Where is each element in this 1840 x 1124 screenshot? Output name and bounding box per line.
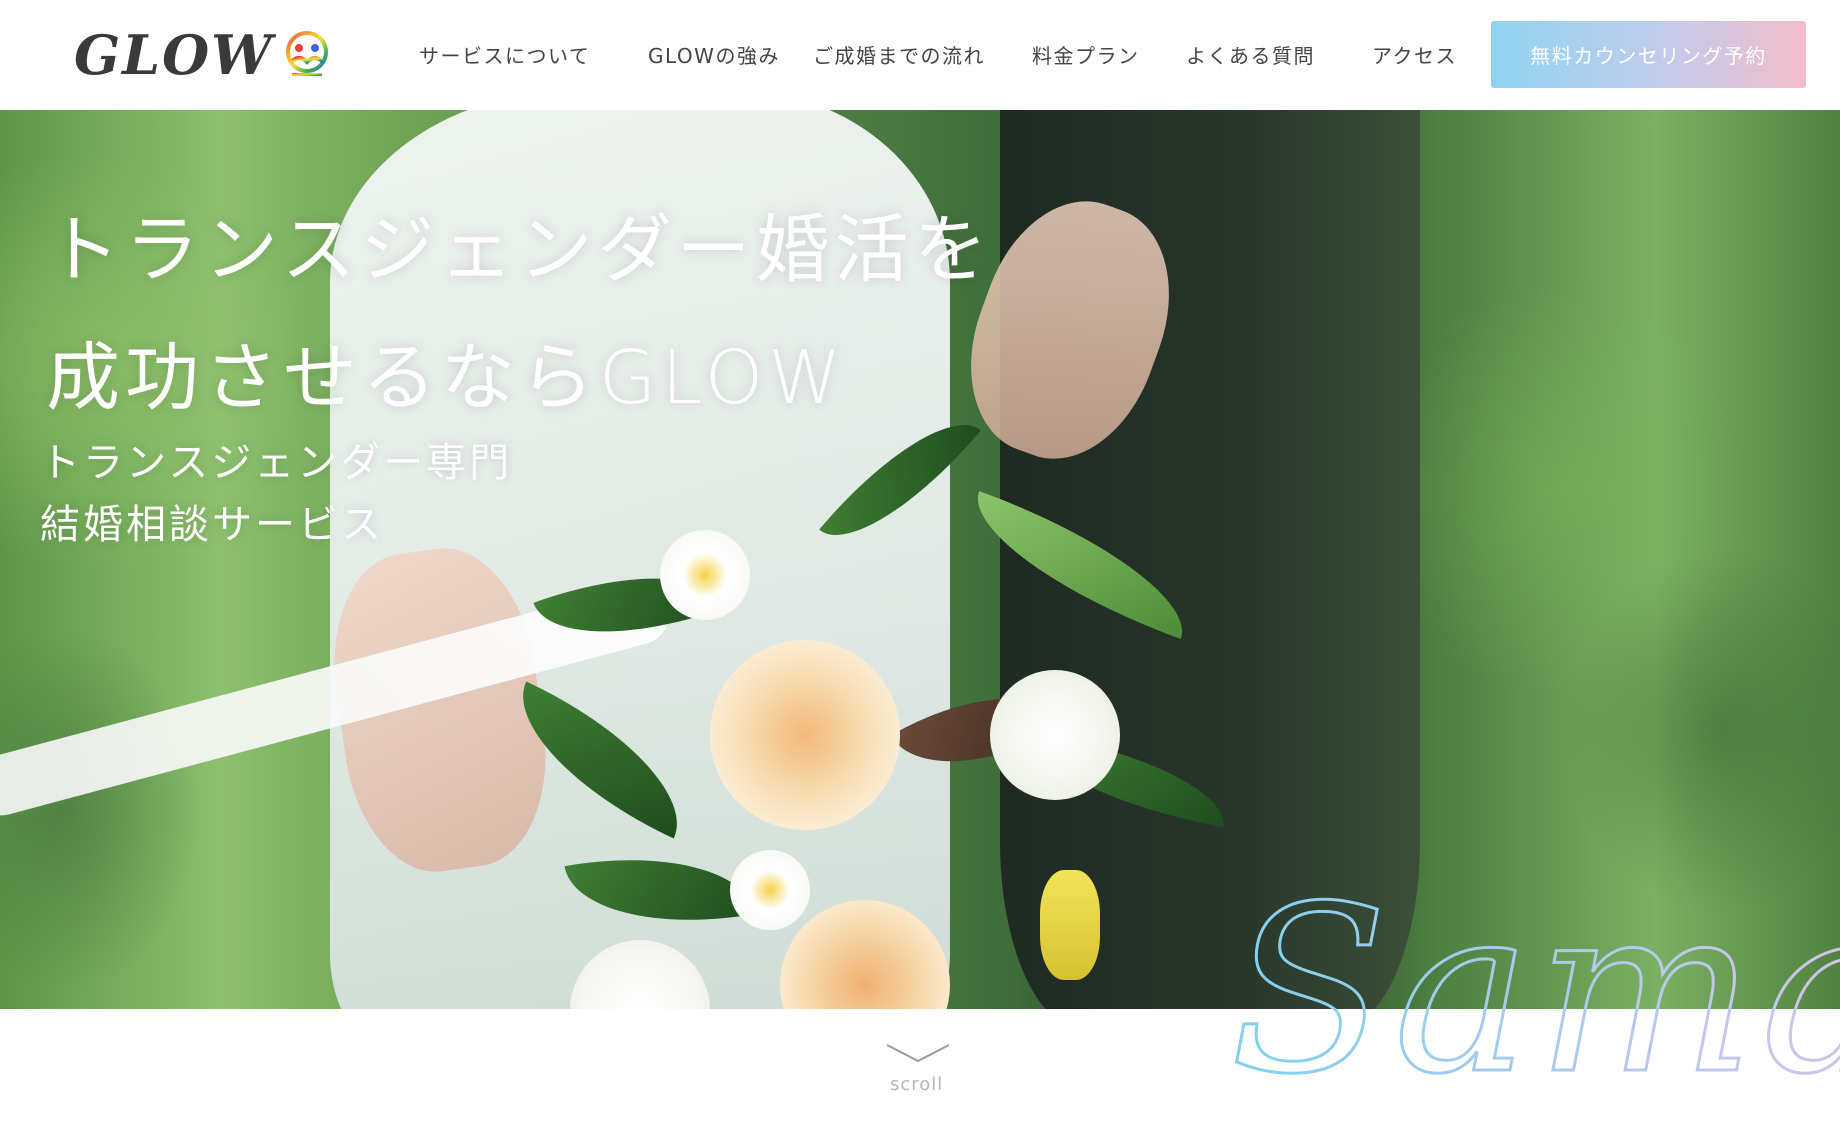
nav-item-pricing[interactable]: 料金プラン [1032, 40, 1140, 69]
lower-section [0, 1009, 1840, 1124]
hero-title-line-2: 成功させるならGLOW [46, 335, 847, 421]
hero-subtitle: トランスジェンダー専門 結婚相談サービス [40, 432, 512, 556]
nav-item-access[interactable]: アクセス [1372, 40, 1457, 69]
nav-item-service[interactable]: サービスについて [419, 40, 590, 69]
hero-subtitle-line-1: トランスジェンダー専門 [40, 440, 513, 486]
site-header: GLOW サービスについて GLOWの強み ご成婚までの流れ 料金プラン よくあ… [0, 0, 1840, 110]
hero-title-line-1: トランスジェンダー婚活を [46, 207, 993, 293]
site-logo[interactable]: GLOW [74, 22, 334, 88]
scroll-label[interactable]: scroll [890, 1074, 943, 1095]
chevron-down-icon[interactable] [885, 1042, 951, 1064]
hero-section: トランスジェンダー婚活を 成功させるならGLOW トランスジェンダー専門 結婚相… [0, 110, 1840, 1009]
logo-text: GLOW [74, 23, 274, 87]
rainbow-people-icon [285, 31, 328, 76]
hero-subtitle-line-2: 結婚相談サービス [40, 502, 384, 548]
hero-title: トランスジェンダー婚活を 成功させるならGLOW [46, 186, 993, 442]
nav-item-faq[interactable]: よくある質問 [1186, 40, 1315, 69]
bouquet-illustration [480, 391, 1240, 1009]
nav-item-flow[interactable]: ご成婚までの流れ [813, 40, 985, 69]
nav-item-strengths[interactable]: GLOWの強み [648, 40, 780, 69]
free-counseling-button[interactable]: 無料カウンセリング予約 [1491, 21, 1806, 88]
